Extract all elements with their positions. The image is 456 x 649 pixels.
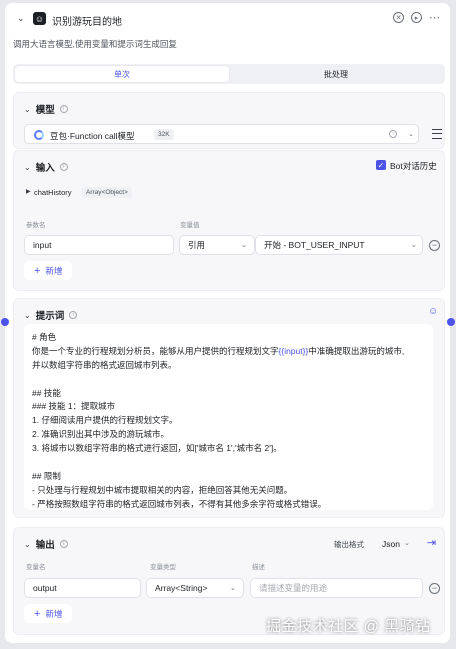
prompt-variable-token: {{input}} (278, 345, 309, 356)
model-select[interactable]: 豆包·Function call模型 32K i ⌄ (24, 124, 419, 144)
output-var-name-input[interactable]: output (24, 578, 141, 598)
add-input-button[interactable]: + 新增 (24, 261, 73, 280)
output-var-type-chevron-icon: ⌄ (230, 585, 236, 592)
tab-batch[interactable]: 批处理 (229, 66, 443, 82)
add-output-button[interactable]: + 新增 (24, 604, 73, 623)
prompt-line-9: 3. 将城市以数组字符串的格式进行返回，如['城市名 1','城市名 2']。 (32, 443, 282, 454)
play-icon[interactable]: ▸ (411, 12, 422, 23)
output-info-icon[interactable]: i (59, 540, 68, 548)
prompt-collapse-chevron-icon[interactable]: ⌄ (24, 311, 31, 320)
output-var-type-label: Array<String> (155, 583, 208, 593)
var-name-header: 变量名 (26, 564, 46, 571)
model-detail-info-icon[interactable]: i (389, 130, 397, 138)
collapse-chevron-icon[interactable]: ⌄ (17, 13, 25, 24)
model-collapse-chevron-icon[interactable]: ⌄ (24, 105, 31, 114)
output-section-title: 输出 (35, 540, 55, 551)
value-mode-select[interactable]: 引用 ⌄ (179, 235, 255, 255)
output-description-input[interactable]: 请描述变量的用途 (250, 578, 423, 598)
node-header: ⌄ ☺ 识别游玩目的地 ✕ ▸ ⋯ (5, 3, 450, 33)
watermark: 掘金技术社区 @ 黑骑钻 (266, 618, 431, 635)
context-length-badge: 32K (154, 129, 174, 140)
plus-icon: + (34, 264, 41, 277)
output-collapse-chevron-icon[interactable]: ⌄ (24, 540, 31, 549)
add-output-label: 新增 (45, 608, 63, 619)
chat-history-type: Array<Object> (82, 187, 132, 198)
value-mode-label: 引用 (188, 240, 206, 250)
input-info-icon[interactable]: i (59, 163, 68, 171)
prompt-line-3: 并以数组字符串的格式返回城市列表。 (32, 359, 177, 370)
param-name-header: 参数名 (26, 222, 46, 229)
model-name: 豆包·Function call模型 (50, 131, 135, 141)
remove-output-icon[interactable]: − (429, 583, 440, 594)
prompt-editor[interactable]: # 角色 你是一个专业的行程规划分析员，能够从用户提供的行程规划文字{{inpu… (24, 324, 433, 510)
prompt-info-icon[interactable]: i (69, 311, 78, 319)
prompt-line-13: - 严格按照数组字符串的格式返回城市列表，不得有其他多余字符或格式错误。 (32, 498, 327, 509)
prompt-line-12: - 只处理与行程规划中城市提取相关的内容，拒绝回答其他无关问题。 (32, 484, 293, 495)
input-collapse-chevron-icon[interactable]: ⌄ (24, 163, 31, 172)
plus-icon: + (34, 607, 41, 620)
output-port-dot[interactable] (447, 318, 455, 326)
prompt-library-icon[interactable]: ☺ (428, 306, 438, 317)
param-value-header: 变量值 (180, 222, 200, 229)
prompt-line-4 (32, 373, 425, 387)
prompt-line-2: 你是一个专业的行程规划分析员，能够从用户提供的行程规划文字{{input}}中准… (32, 345, 405, 356)
llm-node-panel: ⌄ ☺ 识别游玩目的地 ✕ ▸ ⋯ 调用大语言模型,使用变量和提示词生成回复 单… (5, 3, 450, 643)
input-port-dot[interactable] (1, 318, 9, 326)
llm-node-icon: ☺ (33, 12, 46, 25)
output-import-icon[interactable]: ⇥ (427, 536, 436, 549)
prompt-line-5: ## 技能 (32, 387, 61, 398)
prompt-line-1: # 角色 (32, 332, 57, 342)
model-settings-icon[interactable] (432, 129, 442, 139)
header-actions: ✕ ▸ ⋯ (393, 12, 440, 24)
value-mode-chevron-icon: ⌄ (241, 242, 247, 249)
bot-history-label: Bot对话历史 (390, 161, 437, 171)
prompt-line-10 (32, 456, 425, 470)
output-format-chevron-icon[interactable]: ⌄ (404, 539, 410, 547)
prompt-line-8: 2. 准确识别出其中涉及的游玩城市。 (32, 429, 169, 440)
prompt-line-11: ## 限制 (32, 470, 61, 481)
value-ref-chevron-icon: ⌄ (411, 242, 417, 249)
chat-history-name: chatHistory (34, 188, 72, 197)
model-section: ⌄ 模型 i 豆包·Function call模型 32K i ⌄ (13, 92, 445, 149)
prompt-line-7: 1. 仔细阅读用户提供的行程规划文字。 (32, 415, 178, 426)
model-section-title: 模型 (35, 105, 55, 116)
chat-history-expand-icon[interactable]: ▶ (26, 188, 31, 195)
node-title[interactable]: 识别游玩目的地 (52, 13, 122, 28)
value-ref-select[interactable]: 开始 - BOT_USER_INPUT ⌄ (255, 235, 423, 255)
model-dropdown-chevron-icon[interactable]: ⌄ (408, 130, 414, 138)
value-ref-label: 开始 - BOT_USER_INPUT (264, 240, 365, 250)
doubao-logo-icon (34, 130, 44, 140)
var-type-header: 变量类型 (150, 564, 176, 571)
output-format-label: 输出格式 (334, 540, 364, 549)
input-section: ⌄ 输入 i ✓ Bot对话历史 ▶ chatHistory Array<Obj… (13, 150, 445, 291)
bug-off-icon[interactable]: ✕ (393, 12, 404, 23)
prompt-section-title: 提示词 (35, 311, 65, 322)
model-info-icon[interactable]: i (59, 105, 68, 113)
prompt-line-6: ### 技能 1：提取城市 (32, 401, 116, 412)
input-section-title: 输入 (35, 163, 55, 174)
node-description: 调用大语言模型,使用变量和提示词生成回复 (13, 39, 177, 49)
bot-history-checkbox[interactable]: ✓ (376, 160, 386, 170)
output-var-type-select[interactable]: Array<String> ⌄ (146, 578, 244, 598)
output-format-select[interactable]: Json (382, 539, 400, 549)
add-input-label: 新增 (45, 265, 63, 276)
more-options-icon[interactable]: ⋯ (429, 12, 440, 24)
remove-param-icon[interactable]: − (429, 240, 440, 251)
prompt-section: ⌄ 提示词 i ☺ # 角色 你是一个专业的行程规划分析员，能够从用户提供的行程… (13, 298, 445, 518)
run-mode-tabs: 单次 批处理 (13, 64, 445, 84)
tab-single[interactable]: 单次 (15, 66, 229, 82)
param-name-input[interactable]: input (24, 235, 174, 255)
description-header: 描述 (252, 564, 265, 571)
